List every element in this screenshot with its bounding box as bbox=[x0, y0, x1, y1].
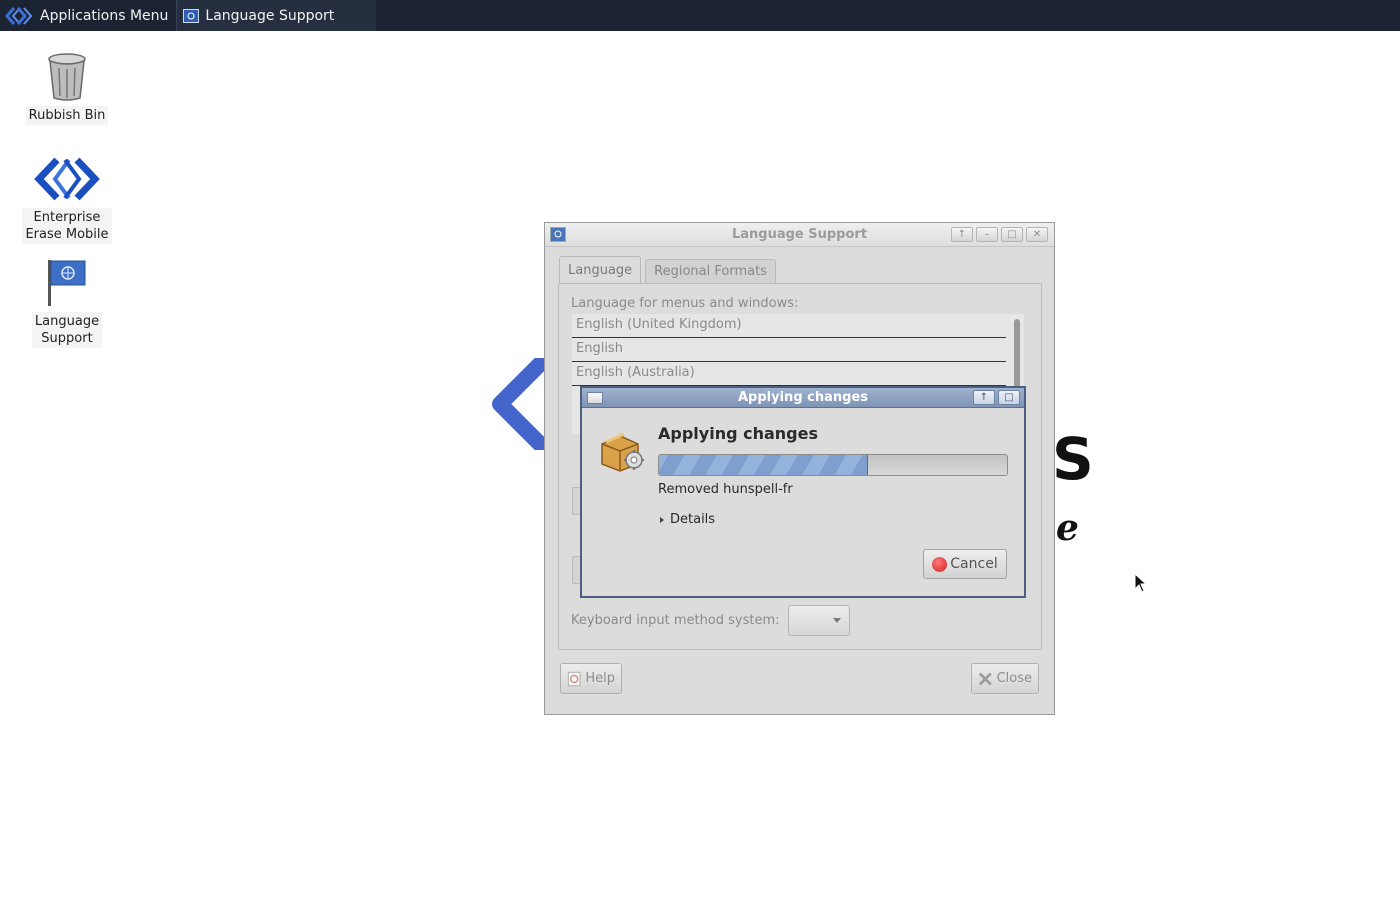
dialog-maximize-button[interactable]: □ bbox=[998, 390, 1020, 405]
language-flag-icon bbox=[48, 260, 86, 306]
expander-arrow-icon bbox=[660, 516, 664, 523]
desktop-icon-enterprise-erase-mobile[interactable]: Enterprise Erase Mobile bbox=[22, 154, 112, 244]
taskbar-item-label: Language Support bbox=[205, 7, 335, 24]
tab-language[interactable]: Language bbox=[559, 256, 642, 284]
language-flag-icon bbox=[183, 8, 200, 23]
app-logo-icon bbox=[5, 6, 33, 25]
window-titlebar[interactable]: Language Support ↑ – □ ✕ bbox=[545, 223, 1054, 247]
cancel-button-label: Cancel bbox=[950, 556, 998, 572]
progress-status-text: Removed hunspell-fr bbox=[658, 482, 793, 497]
help-button[interactable]: Help bbox=[560, 663, 622, 694]
progress-bar-fill bbox=[659, 455, 868, 475]
taskbar-item-language-support[interactable]: Language Support bbox=[176, 0, 377, 31]
desktop-icon-language-support[interactable]: Language Support bbox=[22, 258, 112, 348]
tab-regional-formats[interactable]: Regional Formats bbox=[645, 259, 776, 283]
list-item[interactable]: English bbox=[572, 338, 1006, 362]
keyboard-input-method-select[interactable] bbox=[788, 605, 850, 636]
obscured-button bbox=[572, 556, 580, 584]
desktop-icon-label: Language Support bbox=[31, 312, 103, 348]
window-minimize-button[interactable]: – bbox=[976, 227, 998, 242]
language-list-label: Language for menus and windows: bbox=[571, 296, 799, 311]
wallpaper-logo-letter: e bbox=[1056, 507, 1079, 549]
stop-icon bbox=[932, 556, 948, 572]
details-label: Details bbox=[670, 512, 716, 527]
window-close-button[interactable]: ✕ bbox=[1026, 227, 1048, 242]
help-button-label: Help bbox=[585, 671, 615, 686]
window-shade-button[interactable]: ↑ bbox=[951, 227, 973, 242]
top-panel: Applications Menu Language Support bbox=[0, 0, 1400, 31]
help-icon bbox=[567, 671, 581, 686]
applying-changes-dialog: Applying changes ↑ □ Applying changes Re… bbox=[580, 386, 1026, 598]
details-expander[interactable]: Details bbox=[660, 512, 715, 527]
wallpaper-logo-chevron bbox=[492, 358, 548, 450]
keyboard-input-label: Keyboard input method system: bbox=[571, 613, 780, 628]
dialog-heading: Applying changes bbox=[658, 424, 818, 443]
dialog-shade-button[interactable]: ↑ bbox=[973, 390, 995, 405]
cancel-button[interactable]: Cancel bbox=[923, 549, 1007, 579]
mouse-cursor-icon bbox=[1134, 573, 1148, 593]
window-maximize-button[interactable]: □ bbox=[1001, 227, 1023, 242]
applications-menu-label: Applications Menu bbox=[40, 7, 169, 24]
applications-menu-button[interactable]: Applications Menu bbox=[0, 0, 176, 31]
close-button-label: Close bbox=[996, 671, 1032, 686]
list-item[interactable]: English (United Kingdom) bbox=[572, 314, 1006, 338]
obscured-button bbox=[572, 487, 580, 515]
desktop-icon-label: Enterprise Erase Mobile bbox=[22, 208, 112, 244]
progress-bar bbox=[658, 454, 1008, 476]
dialog-titlebar[interactable]: Applying changes ↑ □ bbox=[582, 388, 1024, 408]
wallpaper-logo-letter: S bbox=[1052, 425, 1094, 493]
dialog-title: Applying changes bbox=[738, 390, 868, 405]
close-button[interactable]: Close bbox=[971, 663, 1039, 694]
desktop-icon-label: Rubbish Bin bbox=[25, 106, 109, 125]
trash-icon bbox=[48, 53, 86, 101]
enterprise-erase-logo-icon bbox=[34, 157, 100, 201]
chevron-down-icon bbox=[833, 618, 841, 623]
list-item[interactable]: English (Australia) bbox=[572, 362, 1006, 386]
close-icon bbox=[978, 672, 992, 685]
desktop-icon-rubbish-bin[interactable]: Rubbish Bin bbox=[22, 52, 112, 125]
package-gear-icon bbox=[601, 432, 644, 472]
